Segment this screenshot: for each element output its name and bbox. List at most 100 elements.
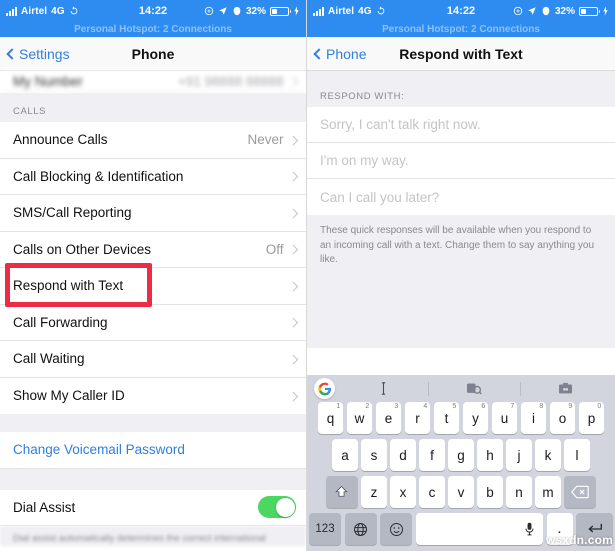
row-sms-call-reporting[interactable]: SMS/Call Reporting	[0, 195, 306, 232]
key-v[interactable]: v	[448, 476, 474, 508]
key-label: .	[557, 520, 562, 537]
space-key[interactable]	[415, 513, 543, 545]
respond-text-value: Can I call you later?	[320, 189, 440, 205]
alarm-icon	[541, 6, 551, 16]
row-call-waiting[interactable]: Call Waiting	[0, 341, 306, 378]
alarm-icon	[232, 6, 242, 16]
row-label: Change Voicemail Password	[13, 442, 185, 458]
key-g[interactable]: g	[448, 439, 474, 471]
key-u[interactable]: 7u	[491, 402, 518, 434]
respond-with-footnote: These quick responses will be available …	[307, 215, 615, 268]
row-calls-on-other-devices[interactable]: Calls on Other Devices Off	[0, 231, 306, 268]
key-c[interactable]: c	[419, 476, 445, 508]
battery-percent-label: 32%	[245, 5, 266, 17]
key-o[interactable]: 9o	[549, 402, 576, 434]
key-p[interactable]: 0p	[578, 402, 605, 434]
key-y[interactable]: 6y	[462, 402, 489, 434]
row-respond-with-text[interactable]: Respond with Text	[0, 268, 306, 305]
sticker-search-icon[interactable]	[429, 382, 519, 396]
key-l[interactable]: l	[564, 439, 590, 471]
mic-icon[interactable]	[524, 522, 535, 536]
hotspot-banner-right: Personal Hotspot: 2 Connections	[307, 22, 615, 37]
backspace-key[interactable]	[564, 476, 597, 508]
dial-assist-toggle[interactable]	[258, 496, 296, 519]
key-label: a	[341, 447, 349, 463]
google-logo-icon[interactable]	[314, 378, 335, 399]
key-number-hint: 2	[365, 403, 370, 410]
key-number-hint: 1	[336, 403, 341, 410]
key-label: r	[415, 410, 420, 426]
back-button-label: Phone	[326, 45, 367, 62]
sync-icon	[376, 6, 386, 16]
key-z[interactable]: z	[361, 476, 387, 508]
chevron-right-icon	[288, 354, 298, 364]
row-change-voicemail-password[interactable]: Change Voicemail Password	[0, 432, 306, 469]
row-announce-calls[interactable]: Announce Calls Never	[0, 122, 306, 159]
respond-text-field-3[interactable]: Can I call you later?	[307, 179, 615, 215]
key-label: z	[370, 484, 378, 500]
back-button-phone[interactable]: Phone	[313, 45, 367, 62]
key-t[interactable]: 5t	[433, 402, 460, 434]
row-call-blocking-identification[interactable]: Call Blocking & Identification	[0, 158, 306, 195]
key-f[interactable]: f	[419, 439, 445, 471]
key-s[interactable]: s	[361, 439, 387, 471]
row-label: Call Forwarding	[13, 314, 108, 330]
key-r[interactable]: 4r	[404, 402, 431, 434]
my-number-row[interactable]: My Number +91 98888 88888	[0, 71, 306, 93]
key-a[interactable]: a	[332, 439, 358, 471]
screen-mirroring-icon	[204, 6, 214, 16]
globe-icon	[353, 522, 368, 537]
text-cursor-icon[interactable]	[338, 382, 428, 395]
nav-bar-right: Phone Respond with Text	[307, 37, 615, 71]
language-key[interactable]	[344, 513, 377, 545]
key-label: w	[354, 410, 365, 426]
key-m[interactable]: m	[535, 476, 561, 508]
my-number-value: +91 98888 88888	[178, 74, 284, 89]
key-number-hint: 5	[452, 403, 457, 410]
key-label: c	[428, 484, 436, 500]
respond-text-field-1[interactable]: Sorry, I can't talk right now.	[307, 107, 615, 143]
key-label: i	[532, 410, 535, 426]
row-show-my-caller-id[interactable]: Show My Caller ID	[0, 377, 306, 414]
key-b[interactable]: b	[477, 476, 503, 508]
shift-icon	[334, 485, 349, 500]
key-label: u	[500, 410, 509, 426]
key-label: m	[542, 484, 554, 500]
row-call-forwarding[interactable]: Call Forwarding	[0, 304, 306, 341]
key-i[interactable]: 8i	[520, 402, 547, 434]
screen-mirroring-icon	[513, 6, 523, 16]
key-e[interactable]: 3e	[375, 402, 402, 434]
key-h[interactable]: h	[477, 439, 503, 471]
key-label: s	[370, 447, 378, 463]
key-label: o	[558, 410, 567, 426]
section-gap-1	[0, 414, 306, 432]
back-button-settings[interactable]: Settings	[6, 46, 70, 62]
key-d[interactable]: d	[390, 439, 416, 471]
keyboard-toolbar	[307, 375, 615, 402]
key-label: h	[486, 447, 494, 463]
key-label: y	[472, 410, 479, 426]
section-header-respond-with: RESPOND WITH:	[307, 89, 615, 107]
key-k[interactable]: k	[535, 439, 561, 471]
keyboard-row-2: a s d f g h j k l	[307, 439, 615, 471]
dual-screenshot-container: Airtel 4G 14:22 32% Personal Hotspot: 2 …	[0, 0, 615, 551]
key-x[interactable]: x	[390, 476, 416, 508]
emoji-key[interactable]	[380, 513, 412, 545]
numbers-key[interactable]: 123	[309, 513, 341, 545]
status-bar-left-group: Airtel 4G	[313, 6, 386, 17]
key-number-hint: 7	[510, 403, 515, 410]
clipboard-icon[interactable]	[521, 382, 611, 395]
key-w[interactable]: 2w	[346, 402, 373, 434]
row-dial-assist[interactable]: Dial Assist	[0, 489, 306, 526]
key-q[interactable]: 1q	[317, 402, 344, 434]
respond-text-field-2[interactable]: I'm on my way.	[307, 143, 615, 179]
chevron-left-icon	[313, 47, 325, 60]
respond-text-value: I'm on my way.	[320, 153, 409, 168]
respond-text-value: Sorry, I can't talk right now.	[320, 117, 481, 132]
shift-key[interactable]	[325, 476, 358, 508]
my-number-label: My Number	[13, 74, 83, 89]
chevron-right-icon	[288, 281, 298, 291]
key-n[interactable]: n	[506, 476, 532, 508]
key-j[interactable]: j	[506, 439, 532, 471]
charging-bolt-icon	[293, 6, 300, 16]
